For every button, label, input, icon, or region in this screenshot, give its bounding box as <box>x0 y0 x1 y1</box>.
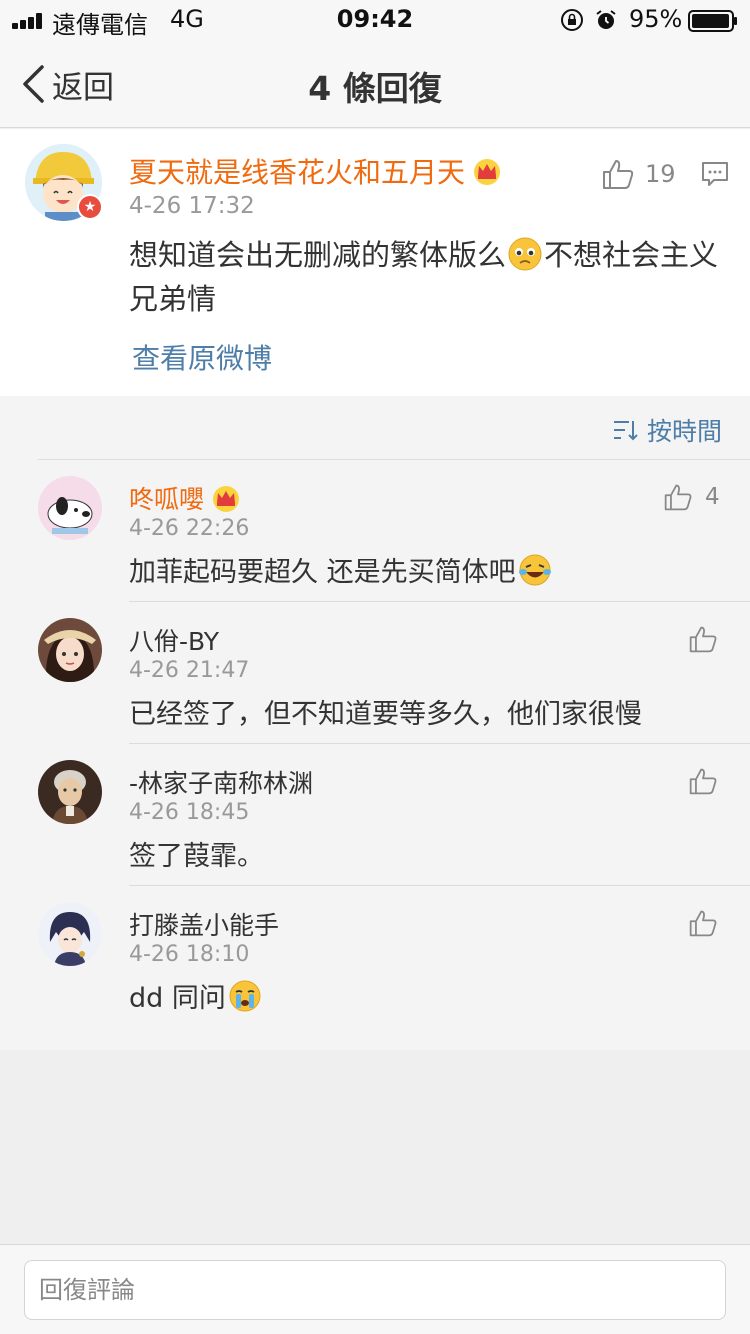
pleading-emoji-icon <box>508 237 542 271</box>
battery-percent: 95% <box>629 5 683 33</box>
reply-text: 加菲起码要超久 还是先买简体吧 <box>129 550 554 589</box>
reply-item: 打滕盖小能手 4-26 18:10 dd 同问 <box>0 886 750 1028</box>
laughing-tears-emoji-icon <box>518 554 551 586</box>
sort-label: 按時間 <box>646 417 722 446</box>
reply-author[interactable]: 咚呱嚶 <box>129 480 242 516</box>
reply-comment-input[interactable] <box>24 1260 726 1320</box>
reply-text: dd 同问 <box>129 976 264 1015</box>
crying-emoji-icon <box>229 980 261 1012</box>
main-post: ★ 夏天就是线香花火和五月天 4-26 17:32 想知道会出无删减的繁体版么 … <box>0 129 750 396</box>
page-title: 4 條回復 <box>308 69 442 108</box>
nav-bar: 返回 4 條回復 <box>0 40 750 128</box>
reply-text: 签了葭霏。 <box>129 841 264 872</box>
reply-like-button[interactable] <box>688 908 718 938</box>
reply-time: 4-26 21:47 <box>129 658 250 683</box>
verified-badge-icon: ★ <box>77 194 103 220</box>
post-like-count: 19 <box>645 160 676 188</box>
reply-like-button[interactable]: 4 <box>663 482 720 512</box>
reply-item: 八佾-BY 4-26 21:47 已经签了，但不知道要等多久，他们家很慢 <box>0 602 750 744</box>
thumbs-up-icon <box>689 768 717 795</box>
reply-time: 4-26 18:45 <box>129 800 250 825</box>
reply-author[interactable]: 八佾-BY <box>129 622 219 658</box>
reply-author-name: 咚呱嚶 <box>129 485 205 514</box>
replies-section: 按時間 咚呱嚶 4-26 22:26 加菲起码要超久 还是先买简体吧 4 八佾-… <box>0 396 750 1050</box>
thumbs-up-icon <box>603 160 634 189</box>
reply-item: 咚呱嚶 4-26 22:26 加菲起码要超久 还是先买简体吧 4 <box>0 460 750 602</box>
view-original-link[interactable]: 查看原微博 <box>132 337 272 377</box>
avatar[interactable] <box>38 618 102 682</box>
reply-time: 4-26 18:10 <box>129 942 250 967</box>
comment-icon[interactable] <box>700 159 730 189</box>
thumbs-up-icon <box>689 626 717 653</box>
status-bar: 遠傳電信 4G 09:42 95% <box>0 0 750 40</box>
vip-crown-icon <box>213 486 240 512</box>
reply-author-name: 打滕盖小能手 <box>129 911 280 940</box>
post-time: 4-26 17:32 <box>129 193 255 219</box>
reply-text: 已经签了，但不知道要等多久，他们家很慢 <box>129 699 642 730</box>
reply-text-content: dd 同问 <box>129 983 226 1014</box>
sort-icon <box>613 421 638 441</box>
vip-crown-icon <box>474 159 501 185</box>
alarm-icon <box>596 10 616 29</box>
post-author-name: 夏天就是线香花火和五月天 <box>129 156 466 189</box>
thumbs-up-icon <box>664 484 692 511</box>
rotation-lock-icon <box>561 9 583 31</box>
reply-input-bar <box>0 1244 750 1334</box>
reply-item: -林家子南称林渊 4-26 18:45 签了葭霏。 <box>0 744 750 886</box>
avatar[interactable] <box>38 902 102 966</box>
avatar[interactable] <box>38 760 102 824</box>
reply-time: 4-26 22:26 <box>129 516 250 541</box>
reply-like-button[interactable] <box>688 766 718 796</box>
post-like-button[interactable]: 19 <box>601 157 676 191</box>
post-text: 想知道会出无删减的繁体版么 不想社会主义兄弟情 <box>129 233 729 321</box>
reply-author-name: -林家子南称林渊 <box>129 769 314 798</box>
sort-button[interactable]: 按時間 <box>613 412 722 448</box>
reply-like-count: 4 <box>705 484 720 510</box>
reply-author[interactable]: 打滕盖小能手 <box>129 906 279 942</box>
avatar[interactable] <box>38 476 102 540</box>
battery-icon <box>688 10 737 32</box>
reply-text-content: 加菲起码要超久 还是先买简体吧 <box>129 557 516 588</box>
thumbs-up-icon <box>689 910 717 937</box>
post-text-part1: 想知道会出无删减的繁体版么 <box>129 238 507 272</box>
reply-like-button[interactable] <box>688 624 718 654</box>
reply-author-name: 八佾-BY <box>129 627 220 656</box>
reply-author[interactable]: -林家子南称林渊 <box>129 764 313 800</box>
post-author[interactable]: 夏天就是线香花火和五月天 <box>129 151 503 191</box>
